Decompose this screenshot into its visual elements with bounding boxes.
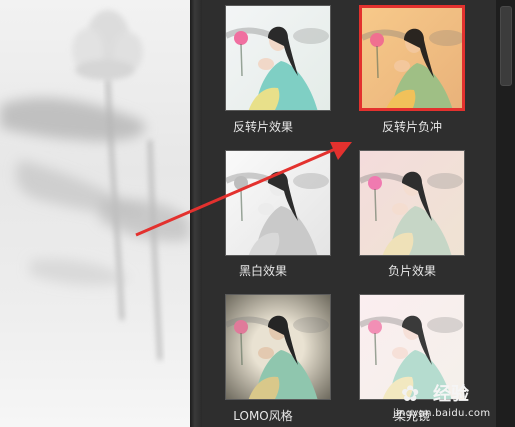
effect-thumbnail-2[interactable] xyxy=(359,5,465,111)
baidu-jingyan-watermark: ✿ 经验 jingyan.baidu.com xyxy=(393,380,513,424)
effect-label-2[interactable]: 反转片负冲 xyxy=(345,120,479,134)
effect-label-1[interactable]: 反转片效果 xyxy=(196,120,330,134)
paw-icon: ✿ xyxy=(401,382,420,407)
effect-label-3[interactable]: 黑白效果 xyxy=(196,264,330,278)
photo-preview-canvas xyxy=(0,0,190,427)
effect-thumbnail-5[interactable] xyxy=(225,294,331,400)
lotus-painting-image xyxy=(0,10,190,361)
effect-thumbnail-1[interactable] xyxy=(225,5,331,111)
effect-label-4[interactable]: 负片效果 xyxy=(345,264,479,278)
watermark-brand: 经验 xyxy=(433,384,469,405)
effect-label-5[interactable]: LOMO风格 xyxy=(196,409,330,423)
effect-thumbnail-4[interactable] xyxy=(359,150,465,256)
effects-scrollbar[interactable] xyxy=(496,0,515,427)
scrollbar-thumb[interactable] xyxy=(500,6,512,86)
effect-thumbnail-3[interactable] xyxy=(225,150,331,256)
watermark-url: jingyan.baidu.com xyxy=(393,408,491,419)
panel-divider[interactable] xyxy=(190,0,202,427)
